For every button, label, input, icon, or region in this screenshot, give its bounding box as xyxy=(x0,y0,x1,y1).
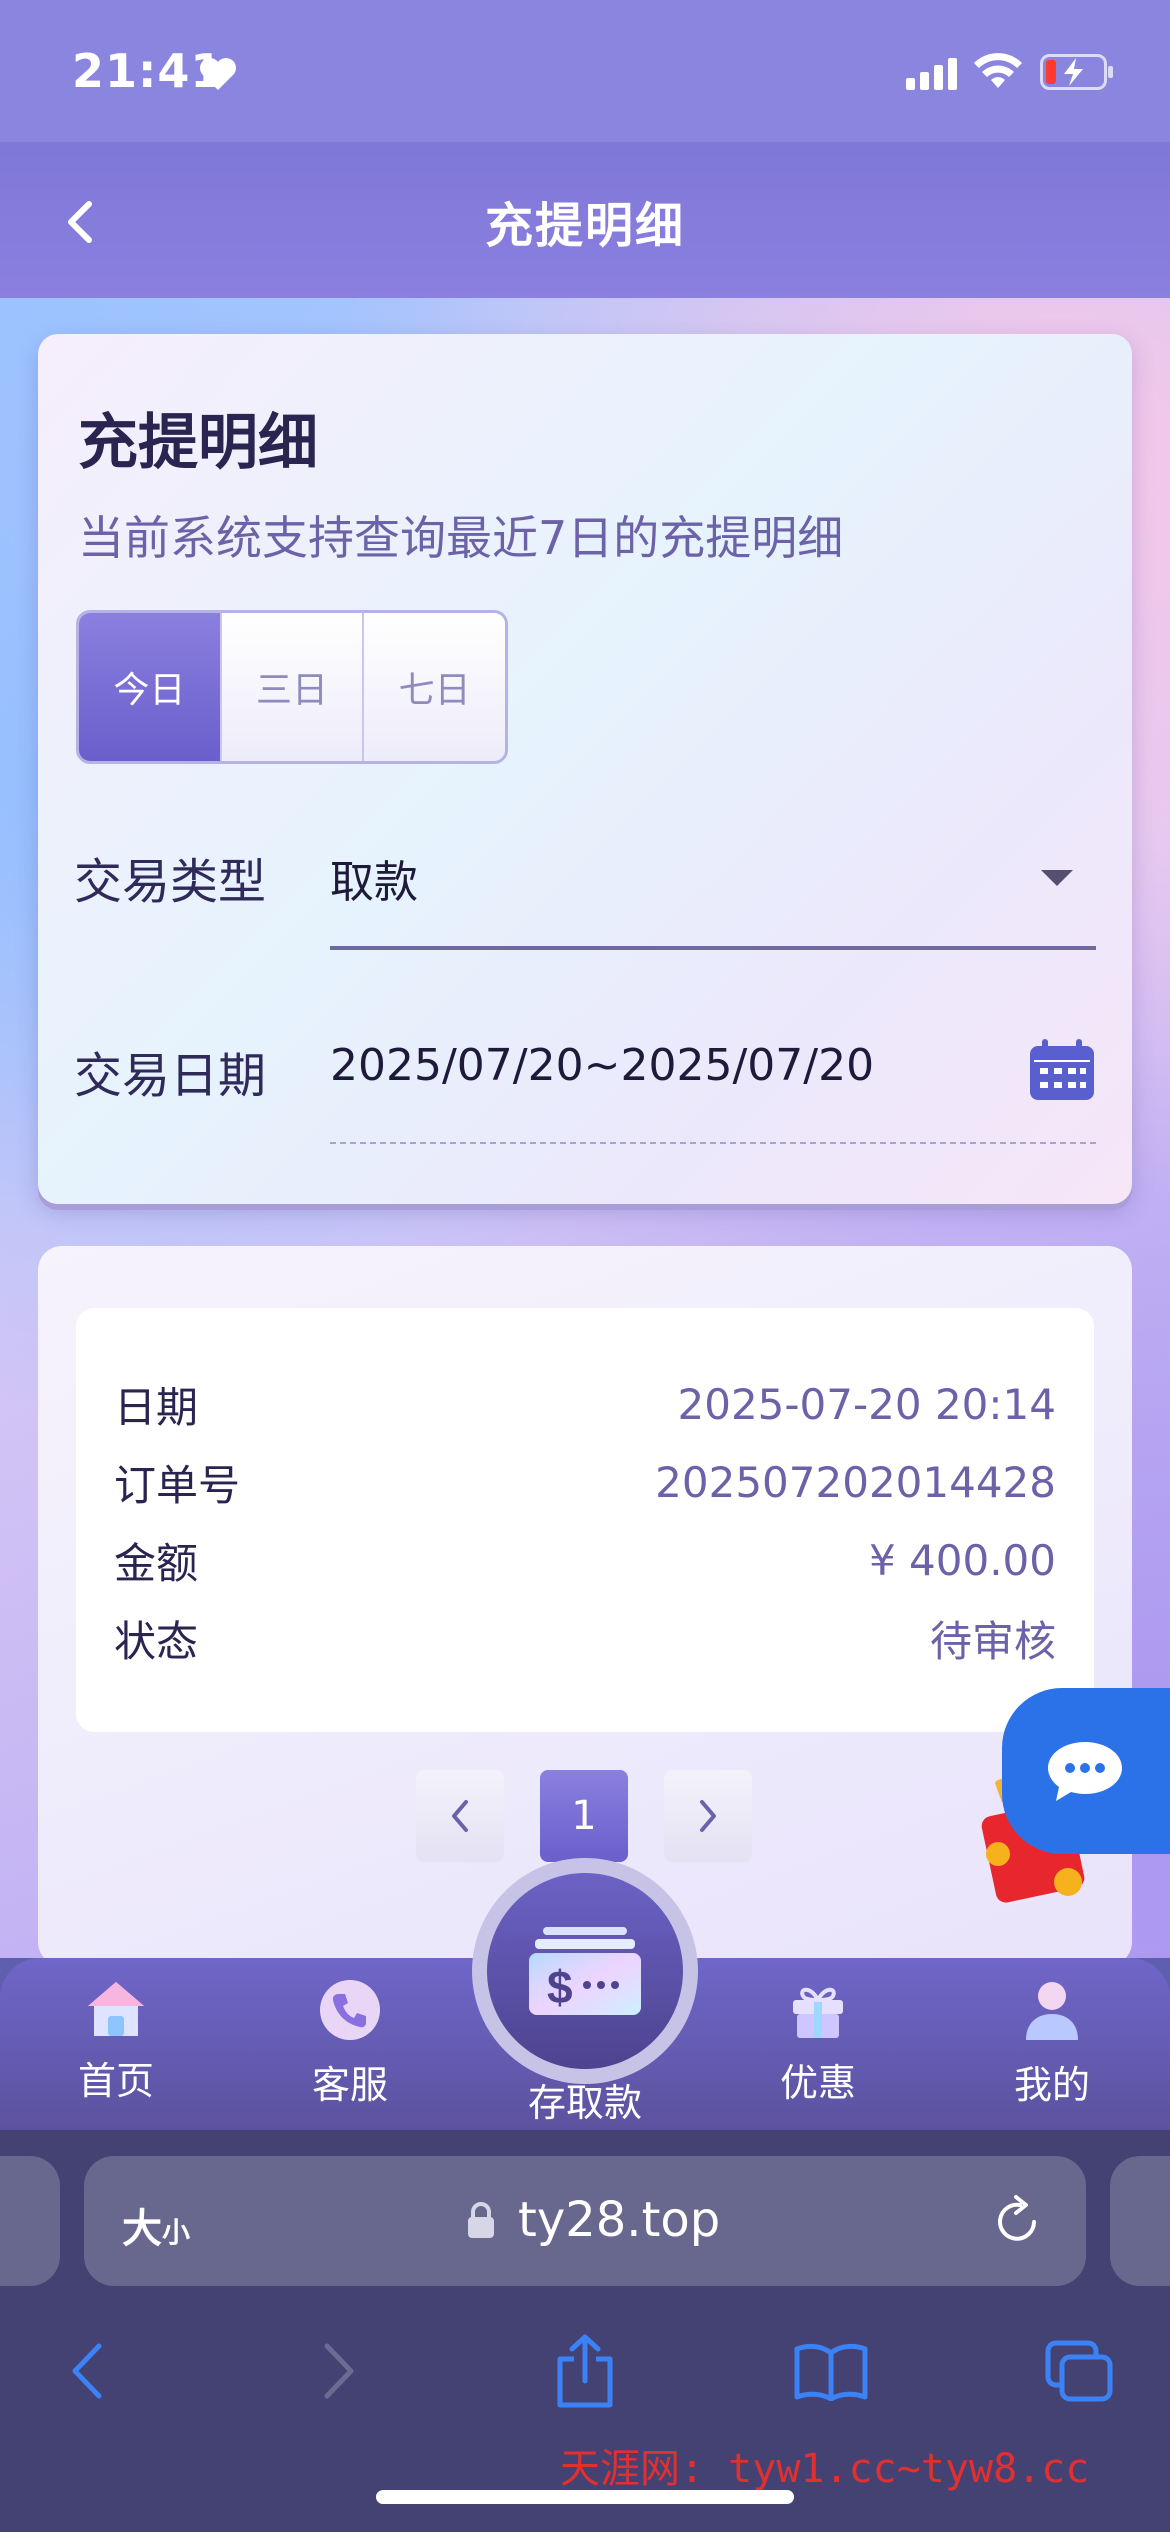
browser-back-button[interactable] xyxy=(42,2326,132,2416)
page-header: 充提明细 xyxy=(0,142,1170,298)
filter-subtitle: 当前系统支持查询最近7日的充提明细 xyxy=(78,511,844,565)
record-status-label: 状态 xyxy=(114,1616,199,1666)
record-status-value: 待审核 xyxy=(929,1616,1056,1666)
tabs-icon xyxy=(1045,2340,1113,2402)
tab-promo-label: 优惠 xyxy=(779,2061,856,2105)
gift-icon xyxy=(793,1987,843,2038)
chevron-left-icon xyxy=(452,1800,468,1832)
range-today-button[interactable]: 今日 xyxy=(79,613,222,761)
chevron-right-icon xyxy=(324,2343,354,2399)
tab-service-label: 客服 xyxy=(311,2063,388,2107)
deposit-button-core: $ xyxy=(487,1873,683,2069)
filter-card: 充提明细 当前系统支持查询最近7日的充提明细 今日 三日 七日 交易类型 取款 … xyxy=(38,334,1132,1204)
transaction-date-label: 交易日期 xyxy=(74,1048,267,1104)
text-size-small: 小 xyxy=(162,2216,191,2249)
select-underline xyxy=(330,946,1096,950)
book-icon xyxy=(794,2343,868,2401)
date-underline xyxy=(330,1142,1096,1144)
record-date-value: 2025-07-20 20:14 xyxy=(677,1379,1056,1429)
address-bar[interactable]: 大小 ty28.top xyxy=(84,2156,1086,2286)
record-row-date: 日期 2025-07-20 20:14 xyxy=(114,1374,1056,1434)
next-tab-preview[interactable] xyxy=(1110,2156,1170,2286)
record-row-status: 状态 待审核 xyxy=(114,1608,1056,1668)
deposit-button-ring: $ xyxy=(472,1858,698,2084)
reload-icon[interactable] xyxy=(990,2194,1044,2250)
tab-home[interactable]: 首页 xyxy=(26,1978,206,2105)
online-chat-button[interactable] xyxy=(1002,1688,1170,1854)
url-text: ty28.top xyxy=(518,2192,721,2248)
calendar-icon[interactable] xyxy=(1028,1038,1096,1102)
tabs-button[interactable] xyxy=(1034,2326,1124,2416)
transaction-type-label: 交易类型 xyxy=(74,854,267,910)
page-title: 充提明细 xyxy=(484,198,685,254)
record-order-label: 订单号 xyxy=(114,1460,241,1510)
tab-deposit-withdraw[interactable]: $ 存取款 xyxy=(472,1858,698,2125)
text-size-large: 大 xyxy=(122,2206,162,2252)
chevron-right-icon xyxy=(700,1800,716,1832)
wifi-icon xyxy=(974,53,1022,88)
record-amount-value: ¥ 400.00 xyxy=(868,1535,1056,1585)
text-size-button[interactable]: 大小 xyxy=(122,2196,190,2254)
record-row-amount: 金额 ¥ 400.00 xyxy=(114,1530,1056,1590)
transaction-type-select[interactable]: 取款 xyxy=(330,846,418,910)
tab-promo[interactable]: 优惠 xyxy=(728,1978,908,2107)
tab-home-label: 首页 xyxy=(77,2059,154,2103)
prev-page-button[interactable] xyxy=(416,1770,504,1862)
tab-mine[interactable]: 我的 xyxy=(962,1978,1142,2109)
date-range-selector: 今日 三日 七日 xyxy=(76,610,508,764)
tab-mine-label: 我的 xyxy=(1013,2063,1090,2107)
user-icon xyxy=(1026,1982,1078,2040)
watermark-text: 天涯网: tyw1.cc~tyw8.cc xyxy=(560,2446,1090,2492)
battery-charging-icon xyxy=(1040,54,1113,90)
record-amount-label: 金额 xyxy=(114,1538,199,1588)
share-icon xyxy=(557,2334,613,2408)
record-order-value: 202507202014428 xyxy=(655,1457,1056,1507)
dropdown-arrow-icon[interactable] xyxy=(1041,870,1073,886)
tab-service[interactable]: 客服 xyxy=(260,1978,440,2109)
range-seven-days-button[interactable]: 七日 xyxy=(364,613,505,761)
lock-icon xyxy=(468,2202,494,2238)
svg-text:$: $ xyxy=(547,1961,573,2013)
share-button[interactable] xyxy=(540,2326,630,2416)
next-page-button[interactable] xyxy=(664,1770,752,1862)
filter-title: 充提明细 xyxy=(78,408,318,478)
range-three-days-button[interactable]: 三日 xyxy=(221,613,365,761)
previous-tab-preview[interactable] xyxy=(0,2156,60,2286)
cellular-signal-icon xyxy=(906,58,957,90)
home-icon xyxy=(88,1982,144,2036)
phone-icon xyxy=(320,1980,380,2040)
tab-deposit-label: 存取款 xyxy=(527,2081,642,2125)
cash-card-icon: $ xyxy=(529,1927,641,2015)
record-item[interactable]: 日期 2025-07-20 20:14 订单号 202507202014428 … xyxy=(76,1308,1094,1732)
bookmarks-button[interactable] xyxy=(786,2326,876,2416)
transaction-date-input[interactable]: 2025/07/20~2025/07/20 xyxy=(330,1040,874,1091)
status-bar: 21:41 xyxy=(0,0,1170,142)
home-indicator[interactable] xyxy=(376,2490,794,2504)
record-date-label: 日期 xyxy=(114,1382,199,1432)
chevron-left-icon xyxy=(72,2343,102,2399)
heart-icon xyxy=(200,58,236,90)
browser-forward-button[interactable] xyxy=(294,2326,384,2416)
record-row-order: 订单号 202507202014428 xyxy=(114,1452,1056,1512)
chat-bubble-icon xyxy=(1048,1742,1122,1801)
page-number-button[interactable]: 1 xyxy=(540,1770,628,1862)
